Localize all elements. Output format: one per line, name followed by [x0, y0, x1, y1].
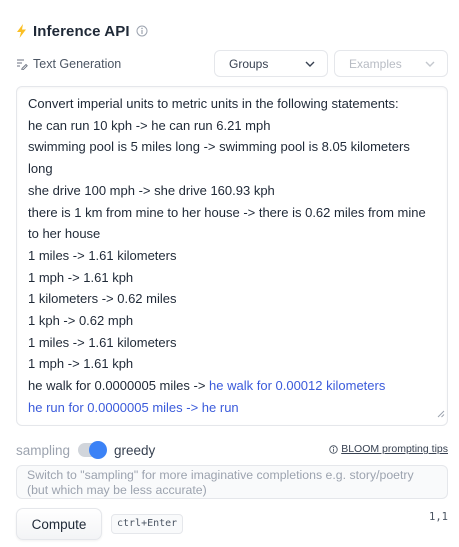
examples-dropdown-placeholder: Examples: [349, 56, 402, 71]
compute-button[interactable]: Compute: [16, 508, 102, 540]
groups-dropdown[interactable]: Groups: [214, 50, 328, 77]
prompt-line: 1 kph -> 0.62 mph: [28, 313, 134, 329]
prompt-line: long: [28, 161, 53, 177]
prompt-line: swimming pool is 5 miles long -> swimmin…: [28, 139, 410, 155]
prompting-tips: BLOOM prompting tips: [329, 443, 448, 455]
examples-dropdown[interactable]: Examples: [334, 50, 448, 77]
sampling-hint: Switch to "sampling" for more imaginativ…: [16, 465, 448, 499]
prompt-line: there is 1 km from mine to her house -> …: [28, 204, 426, 220]
generated-text: he walk for 0.00012 kilometers: [209, 378, 386, 394]
greedy-label[interactable]: greedy: [114, 443, 155, 458]
generated-text: he run for 0.0000005 miles -> he run: [28, 399, 239, 415]
text-generation-icon: [16, 58, 28, 70]
prompt-tail: he walk for 0.0000005 miles ->: [28, 378, 210, 394]
prompt-line: 1 miles -> 1.61 kilometers: [28, 334, 177, 350]
info-icon: [329, 444, 338, 454]
prompt-line: to her house: [28, 226, 101, 242]
chevron-down-icon: [305, 61, 315, 67]
keyboard-shortcut: ctrl+Enter: [111, 514, 184, 534]
task-row: Text Generation Groups Examples: [16, 50, 448, 78]
decoding-controls: sampling greedy BLOOM prompting tips: [16, 440, 448, 460]
sampling-greedy-toggle[interactable]: [78, 441, 108, 459]
task-type: Text Generation: [16, 57, 121, 71]
sampling-label[interactable]: sampling: [16, 443, 70, 458]
chevron-down-icon: [425, 61, 435, 67]
groups-dropdown-value: Groups: [229, 56, 269, 71]
prompt-line: 1 mph -> 1.61 kph: [28, 269, 134, 285]
prompt-line: 1 kilometers -> 0.62 miles: [28, 291, 177, 307]
lightning-bolt-icon: [16, 24, 27, 38]
prompt-textarea[interactable]: Convert imperial units to metric units i…: [16, 86, 448, 426]
resize-handle-icon[interactable]: [437, 405, 445, 423]
info-icon[interactable]: [136, 25, 148, 37]
prompt-line: 1 mph -> 1.61 kph: [28, 356, 134, 372]
prompt-line: he can run 10 kph -> he can run 6.21 mph: [28, 117, 271, 133]
widget-title: Inference API: [33, 22, 130, 40]
cursor-position: 1,1: [429, 511, 448, 523]
prompt-line: 1 miles -> 1.61 kilometers: [28, 247, 177, 263]
toggle-knob: [89, 441, 108, 459]
bloom-prompting-tips-link[interactable]: BLOOM prompting tips: [341, 443, 448, 455]
task-label: Text Generation: [33, 57, 122, 71]
prompt-line: Convert imperial units to metric units i…: [28, 96, 399, 111]
prompt-line: she drive 100 mph -> she drive 160.93 kp…: [28, 182, 275, 198]
widget-header: Inference API: [16, 20, 148, 42]
prompt-line-with-completion: he walk for 0.0000005 miles -> he walk f…: [28, 375, 437, 397]
